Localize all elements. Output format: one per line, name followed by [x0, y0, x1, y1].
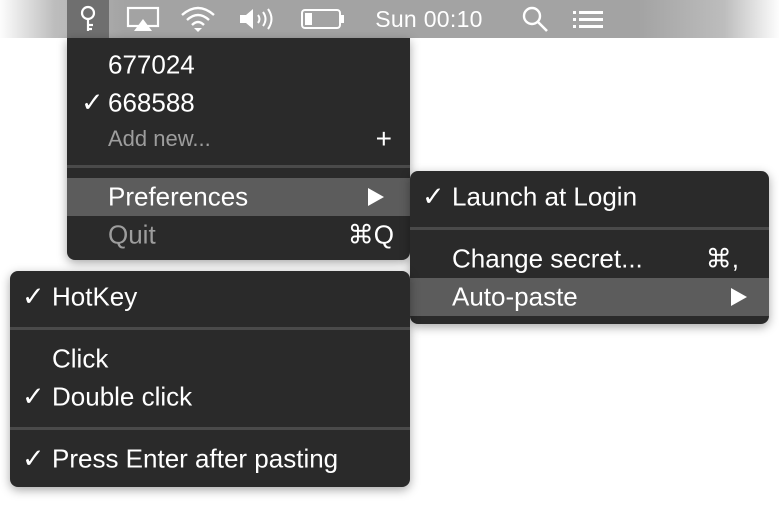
plus-icon: + — [375, 123, 392, 154]
quit-shortcut: ⌘Q — [347, 219, 394, 250]
change-secret-item[interactable]: Change secret... ⌘, — [410, 240, 769, 278]
change-secret-shortcut: ⌘, — [705, 243, 739, 274]
auto-paste-item[interactable]: Auto-paste — [410, 278, 769, 316]
wifi-icon[interactable] — [176, 0, 220, 38]
checkmark-icon: ✓ — [81, 87, 104, 118]
account-item-668588[interactable]: ✓ 668588 — [67, 84, 410, 122]
account-item-677024[interactable]: 677024 — [67, 46, 410, 84]
checkmark-icon: ✓ — [22, 443, 45, 474]
click-item[interactable]: Click — [10, 340, 410, 378]
click-label: Click — [52, 343, 109, 374]
auto-paste-submenu: ✓ HotKey Click ✓ Double click ✓ Press En… — [10, 271, 410, 487]
main-menu: 677024 ✓ 668588 Add new... + Preferences… — [67, 38, 410, 260]
add-new-label: Add new... — [108, 126, 211, 151]
checkmark-icon: ✓ — [422, 181, 445, 212]
menu-separator — [10, 327, 410, 330]
menu-separator — [10, 427, 410, 430]
checkmark-icon: ✓ — [22, 281, 45, 312]
preferences-submenu: ✓ Launch at Login Change secret... ⌘, Au… — [410, 171, 769, 324]
menu-separator — [410, 227, 769, 230]
hotkey-label: HotKey — [52, 281, 138, 312]
volume-icon[interactable] — [236, 0, 280, 38]
list-icon[interactable] — [568, 0, 608, 38]
add-new-item[interactable]: Add new... + — [67, 121, 410, 157]
double-click-item[interactable]: ✓ Double click — [10, 378, 410, 416]
launch-at-login-item[interactable]: ✓ Launch at Login — [410, 178, 769, 216]
quit-item[interactable]: Quit ⌘Q — [67, 216, 410, 254]
quit-label: Quit — [108, 219, 156, 250]
menu-separator — [67, 165, 410, 168]
battery-icon[interactable] — [298, 0, 348, 38]
account-label: 677024 — [108, 49, 195, 80]
hotkey-item[interactable]: ✓ HotKey — [10, 278, 410, 316]
airplay-icon[interactable] — [124, 0, 162, 38]
search-icon[interactable] — [516, 0, 554, 38]
preferences-item[interactable]: Preferences — [67, 178, 410, 216]
press-enter-label: Press Enter after pasting — [52, 443, 339, 474]
submenu-arrow-icon — [368, 188, 384, 206]
preferences-label: Preferences — [108, 181, 249, 212]
account-label: 668588 — [108, 87, 195, 118]
checkmark-icon: ✓ — [22, 381, 45, 412]
menu-bar: Sun 00:10 — [0, 0, 779, 38]
key-icon[interactable] — [67, 0, 109, 38]
auto-paste-label: Auto-paste — [452, 281, 578, 312]
change-secret-label: Change secret... — [452, 243, 643, 274]
clock[interactable]: Sun 00:10 — [362, 0, 496, 38]
launch-at-login-label: Launch at Login — [452, 181, 638, 212]
double-click-label: Double click — [52, 381, 193, 412]
submenu-arrow-icon — [731, 288, 747, 306]
press-enter-item[interactable]: ✓ Press Enter after pasting — [10, 440, 410, 478]
